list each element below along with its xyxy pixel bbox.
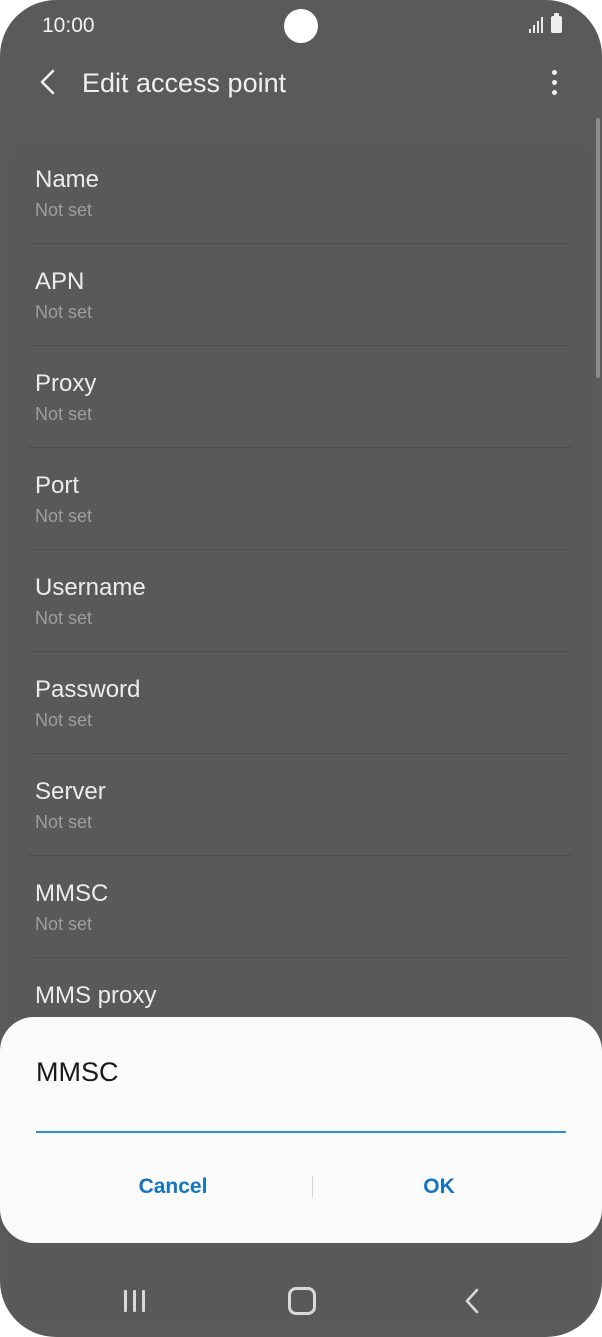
mmsc-input[interactable] [36, 1105, 566, 1133]
back-icon [465, 1288, 479, 1314]
app-bar: Edit access point [0, 56, 602, 112]
cancel-button[interactable]: Cancel [38, 1165, 308, 1209]
setting-value: Not set [35, 302, 93, 322]
more-options-button[interactable] [534, 62, 574, 102]
home-icon [288, 1287, 316, 1315]
setting-password[interactable]: Password Not set [28, 652, 572, 754]
setting-title: MMS proxy [35, 982, 157, 1009]
setting-value: Not set [35, 914, 93, 934]
page-title: Edit access point [82, 68, 287, 98]
setting-value: Not set [35, 710, 93, 730]
setting-proxy[interactable]: Proxy Not set [28, 346, 572, 448]
setting-apn[interactable]: APN Not set [28, 244, 572, 346]
setting-value: Not set [35, 608, 93, 628]
setting-title: Port [35, 472, 80, 499]
battery-icon [551, 13, 562, 33]
status-icons [529, 13, 562, 33]
scrollbar[interactable] [596, 118, 600, 378]
setting-title: APN [35, 268, 85, 295]
recents-button[interactable] [104, 1276, 164, 1326]
setting-title: Name [35, 166, 100, 193]
setting-title: MMSC [35, 880, 109, 907]
setting-name[interactable]: Name Not set [28, 142, 572, 244]
chevron-left-icon [40, 69, 55, 95]
recents-icon [123, 1290, 145, 1312]
setting-title: Server [35, 778, 106, 805]
more-vertical-icon [551, 69, 557, 75]
setting-value: Not set [35, 200, 93, 220]
setting-mmsc[interactable]: MMSC Not set [28, 856, 572, 958]
setting-title: Proxy [35, 370, 97, 397]
setting-server[interactable]: Server Not set [28, 754, 572, 856]
setting-port[interactable]: Port Not set [28, 448, 572, 550]
phone-screen: 10:00 Edit access point Name Not set APN… [0, 0, 602, 1337]
signal-icon [529, 17, 543, 33]
setting-value: Not set [35, 506, 93, 526]
navigation-bar [0, 1268, 602, 1337]
home-button[interactable] [272, 1276, 332, 1326]
status-bar: 10:00 [0, 0, 602, 52]
setting-value: Not set [35, 404, 93, 424]
camera-cutout [284, 9, 318, 43]
back-button[interactable] [28, 62, 68, 102]
mmsc-dialog: MMSC Cancel OK [0, 1017, 602, 1243]
setting-title: Username [35, 574, 146, 601]
ok-button[interactable]: OK [304, 1165, 574, 1209]
nav-back-button[interactable] [442, 1276, 502, 1326]
dialog-title: MMSC [36, 1057, 119, 1087]
setting-username[interactable]: Username Not set [28, 550, 572, 652]
status-time: 10:00 [42, 14, 95, 37]
setting-title: Password [35, 676, 141, 703]
setting-value: Not set [35, 812, 93, 832]
